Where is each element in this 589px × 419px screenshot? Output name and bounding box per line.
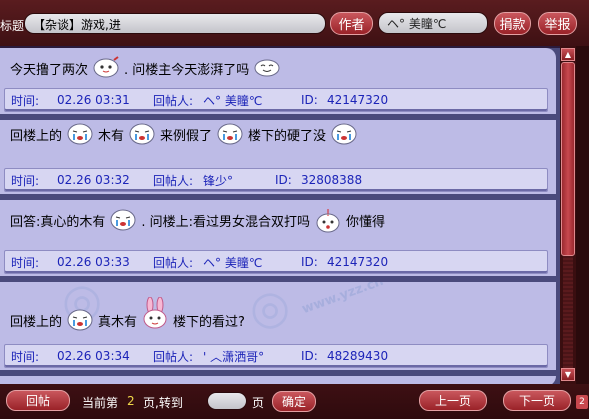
- prev-page-button[interactable]: 上一页: [419, 390, 487, 411]
- current-page-suffix: 页,转到: [143, 396, 183, 410]
- post-list: www.yzz.cn ◎ ◎ 今天撸了两次 . 问楼主今天澎湃了吗 时间: 02…: [0, 48, 556, 384]
- poster-label: 回帖人:: [153, 93, 194, 108]
- confirm-goto-button[interactable]: 确定: [272, 391, 316, 412]
- crying-emoji-icon: [66, 308, 94, 332]
- poster-id-label: ID:: [301, 93, 318, 107]
- crying-emoji-icon: [330, 122, 358, 146]
- poster-id-label: ID:: [301, 255, 318, 269]
- scroll-thumb[interactable]: [561, 62, 575, 256]
- post-list-frame: www.yzz.cn ◎ ◎ 今天撸了两次 . 问楼主今天澎湃了吗 时间: 02…: [0, 46, 560, 384]
- corner-page-badge: 2: [576, 395, 588, 409]
- crying-emoji-icon: [216, 122, 244, 146]
- poster-id: 42147320: [327, 255, 389, 269]
- post-meta-bar: 时间: 02.26 03:31 回帖人: ヘ° 美瞳℃ ID: 42147320: [4, 88, 548, 112]
- surprised-emoji-icon: !: [314, 208, 342, 233]
- donate-button[interactable]: 捐款: [494, 12, 531, 35]
- post-time-label: 时间:: [11, 255, 40, 270]
- author-name-field: ヘ° 美瞳℃: [378, 12, 488, 34]
- thread-title-field[interactable]: 【杂谈】游戏,进: [24, 13, 326, 34]
- post-content: 今天撸了两次 . 问楼主今天澎湃了吗: [10, 56, 285, 80]
- poster-label: 回帖人:: [153, 255, 194, 270]
- post-time-label: 时间:: [11, 349, 40, 364]
- report-button[interactable]: 举报: [538, 12, 577, 35]
- crying-emoji-icon: [66, 122, 94, 146]
- post-meta-bar: 时间: 02.26 03:32 回帖人: 锋少° ID: 32808388: [4, 168, 548, 192]
- reply-button[interactable]: 回帖: [6, 390, 70, 411]
- cute-face-emoji-icon: [92, 56, 120, 80]
- author-button[interactable]: 作者: [330, 12, 373, 35]
- crying-emoji-icon: [128, 122, 156, 146]
- crying-emoji-icon: [109, 208, 137, 232]
- post-meta-bar: 时间: 02.26 03:34 回帖人: ' ︿潇洒哥° ID: 4828943…: [4, 344, 548, 368]
- poster-name[interactable]: 锋少°: [203, 172, 233, 189]
- post-divider: [0, 194, 556, 200]
- post-divider: [0, 370, 556, 376]
- title-label: 标题: [0, 19, 25, 33]
- poster-id-label: ID:: [275, 173, 292, 187]
- watermark-logo-icon: ◎: [250, 280, 291, 334]
- post-content: 回楼上的 木有 来例假了 楼下的硬了没: [10, 122, 362, 146]
- current-page-number: 2: [127, 394, 135, 408]
- poster-name[interactable]: ヘ° 美瞳℃: [203, 92, 262, 109]
- vertical-scrollbar[interactable]: ▲ ▼: [560, 46, 576, 384]
- poster-id-label: ID:: [301, 349, 318, 363]
- post-divider: [0, 114, 556, 120]
- poster-id: 48289430: [327, 349, 389, 363]
- post-divider: [0, 276, 556, 282]
- post-content: 回楼上的 真木有 楼下的看过?: [10, 296, 245, 332]
- post-time: 02.26 03:31: [57, 93, 130, 107]
- right-frame-edge: [576, 46, 589, 384]
- post-time-label: 时间:: [11, 173, 40, 188]
- smile-emoji-icon: [253, 56, 281, 80]
- goto-page-input[interactable]: [207, 392, 247, 410]
- post-time: 02.26 03:34: [57, 349, 130, 363]
- poster-name[interactable]: ヘ° 美瞳℃: [203, 254, 262, 271]
- poster-name[interactable]: ' ︿潇洒哥°: [203, 348, 264, 365]
- scroll-up-arrow-icon[interactable]: ▲: [561, 48, 575, 61]
- post-time-label: 时间:: [11, 93, 40, 108]
- poster-label: 回帖人:: [153, 349, 194, 364]
- next-page-button[interactable]: 下一页: [503, 390, 571, 411]
- poster-id: 42147320: [327, 93, 389, 107]
- current-page-prefix: 当前第: [82, 396, 119, 410]
- post-time: 02.26 03:32: [57, 173, 130, 187]
- scroll-down-arrow-icon[interactable]: ▼: [561, 368, 575, 381]
- page-unit-label: 页: [252, 396, 265, 410]
- title-bar: 标题 【杂谈】游戏,进 作者 ヘ° 美瞳℃ 捐款 举报: [0, 0, 589, 46]
- bunny-emoji-icon: [141, 296, 169, 331]
- poster-id: 32808388: [301, 173, 363, 187]
- post-meta-bar: 时间: 02.26 03:33 回帖人: ヘ° 美瞳℃ ID: 42147320: [4, 250, 548, 274]
- svg-text:!: !: [326, 208, 330, 219]
- post-time: 02.26 03:33: [57, 255, 130, 269]
- pagination-bar: 回帖 当前第 2 页,转到 页 确定 上一页 下一页: [0, 384, 589, 419]
- poster-label: 回帖人:: [153, 173, 194, 188]
- post-content: 回答:真心的木有 . 问楼上:看过男女混合双打吗 ! 你懂得: [10, 208, 385, 233]
